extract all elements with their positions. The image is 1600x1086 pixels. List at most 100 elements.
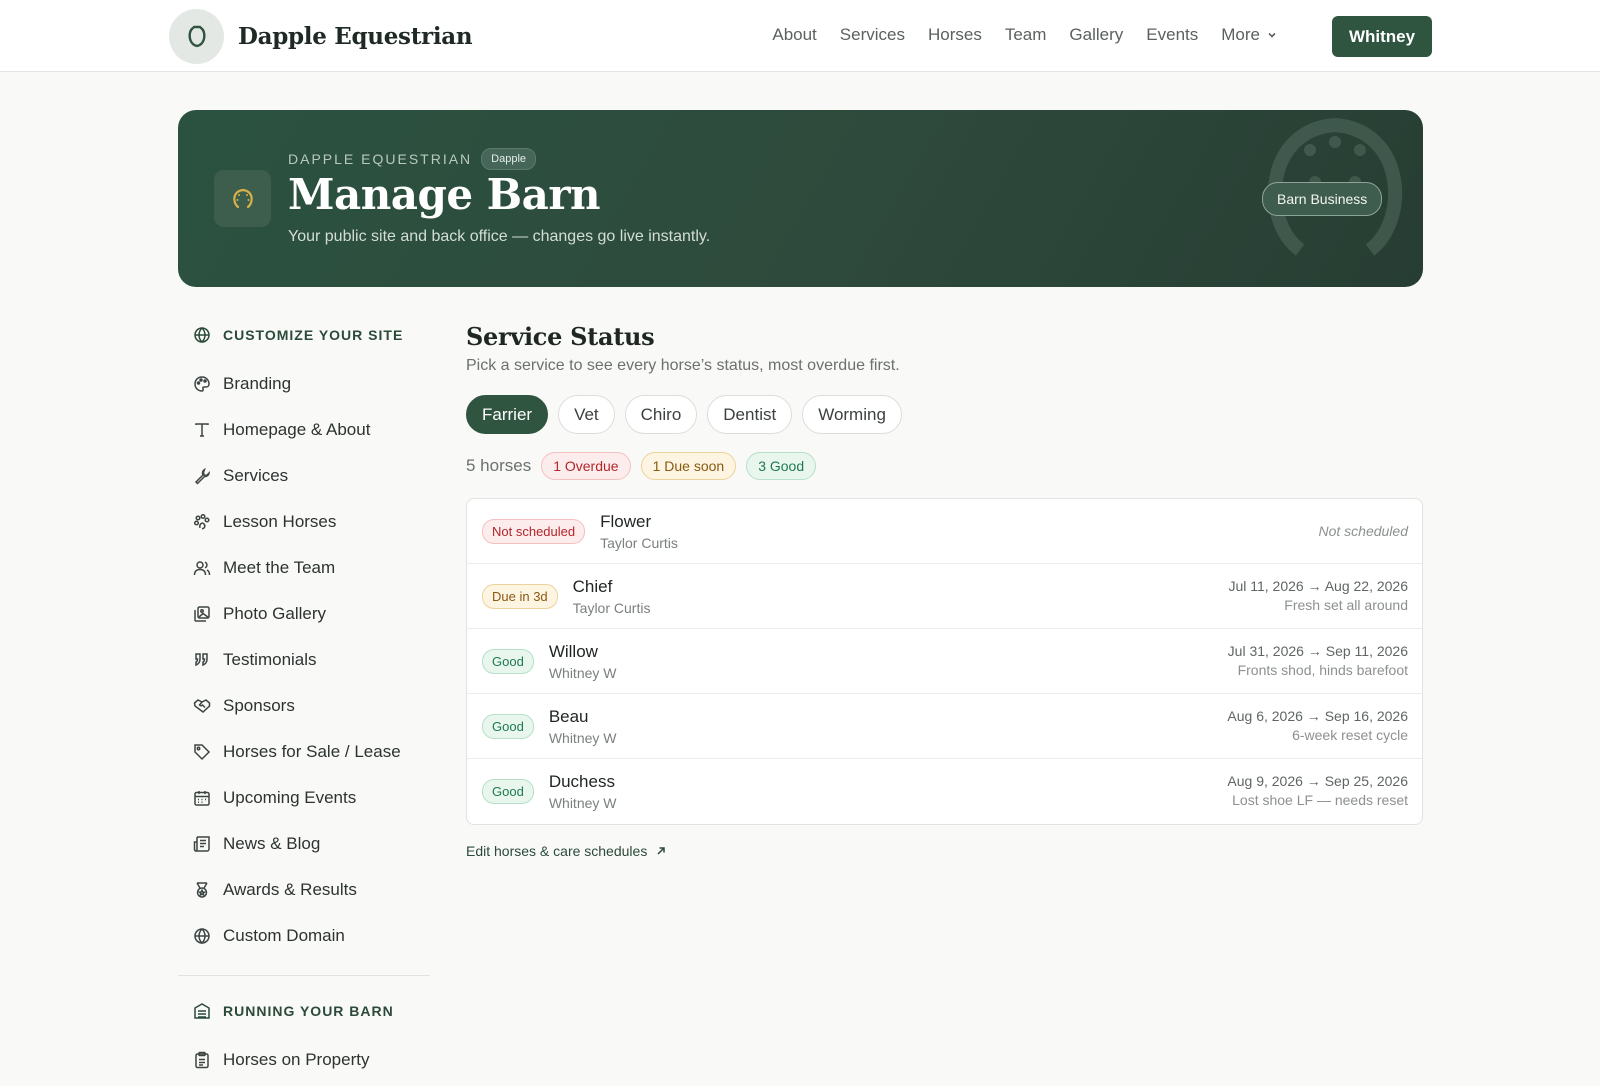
sidebar-item-services[interactable]: Services <box>178 453 430 499</box>
list-item[interactable]: Due in 3d Chief Taylor Curtis Jul 11, 20… <box>467 564 1422 629</box>
sidebar-item-sponsors[interactable]: Sponsors <box>178 683 430 729</box>
sidebar-item-testimonials[interactable]: Testimonials <box>178 637 430 683</box>
sidebar-item-gallery[interactable]: Photo Gallery <box>178 591 430 637</box>
sidebar-item-homepage[interactable]: Homepage & About <box>178 407 430 453</box>
tab-chiro[interactable]: Chiro <box>624 395 698 434</box>
images-icon <box>194 606 210 622</box>
sidebar-item-news[interactable]: News & Blog <box>178 821 430 867</box>
nav-more-dropdown[interactable]: More <box>1221 25 1278 45</box>
status-badge: Good <box>482 779 534 804</box>
edit-horses-link[interactable]: Edit horses & care schedules <box>466 843 1423 859</box>
nav-links: About Services Horses Team Gallery Event… <box>772 25 1278 45</box>
service-dates: Jul 11, 2026 → Aug 22, 2026 <box>1228 578 1408 594</box>
newspaper-icon <box>193 836 210 852</box>
horse-name: Beau <box>548 706 589 726</box>
status-summary: 5 horses 1 Overdue 1 Due soon 3 Good <box>466 452 1423 480</box>
horse-name: Willow <box>548 641 598 661</box>
tab-vet[interactable]: Vet <box>558 395 615 434</box>
horse-owner: Whitney W <box>548 795 617 811</box>
service-dates: Aug 6, 2026 → Sep 16, 2026 <box>1227 708 1408 724</box>
brand-name: Dapple Equestrian <box>238 23 473 50</box>
nav-link-services[interactable]: Services <box>840 25 905 45</box>
tab-farrier[interactable]: Farrier <box>466 395 549 434</box>
hero-eyebrow: DAPPLE EQUESTRIAN Dapple <box>288 148 537 170</box>
medal-icon <box>196 882 208 898</box>
sidebar: CUSTOMIZE YOUR SITE Branding Homepage & … <box>178 318 430 1083</box>
horse-owner: Whitney W <box>548 729 617 746</box>
horse-owner: Taylor Curtis <box>572 599 651 616</box>
service-note: 6-week reset cycle <box>1292 727 1408 743</box>
sidebar-item-label: Upcoming Events <box>223 788 357 807</box>
nav-link-horses[interactable]: Horses <box>928 25 982 45</box>
arrow-up-right-icon <box>657 847 666 855</box>
sidebar-item-awards[interactable]: Awards & Results <box>178 867 430 913</box>
user-button[interactable]: Whitney <box>1332 16 1432 57</box>
sidebar-item-label: News & Blog <box>223 834 321 853</box>
sidebar-item-label: Services <box>223 466 289 485</box>
service-note: Fronts shod, hinds barefoot <box>1237 662 1408 678</box>
sidebar-item-horses-for-sale[interactable]: Horses for Sale / Lease <box>178 729 430 775</box>
quote-icon <box>195 653 208 667</box>
sidebar-item-label: Horses for Sale / Lease <box>223 742 401 761</box>
service-dates: Jul 31, 2026 → Sep 11, 2026 <box>1227 643 1408 659</box>
overdue-count-badge: 1 Overdue <box>541 452 631 480</box>
top-nav: Dapple Equestrian About Services Horses … <box>0 0 1600 72</box>
service-note: Lost shoe LF — needs reset <box>1232 792 1408 808</box>
wrench-icon <box>194 467 210 485</box>
list-item[interactable]: Not scheduled Flower Taylor Curtis Not s… <box>467 499 1422 564</box>
tab-worming[interactable]: Worming <box>802 395 902 434</box>
section-title: Service Status <box>466 322 655 351</box>
due-soon-count-badge: 1 Due soon <box>640 452 737 480</box>
sidebar-item-label: Meet the Team <box>223 558 336 577</box>
hero-eyebrow-badge: Dapple <box>481 148 537 170</box>
service-note: Not scheduled <box>1318 523 1408 539</box>
status-badge: Due in 3d <box>482 583 558 609</box>
hero-subtitle: Your public site and back office — chang… <box>288 228 711 245</box>
horse-name: Chief <box>572 576 613 596</box>
paw-icon <box>193 513 210 530</box>
sidebar-item-custom-domain[interactable]: Custom Domain <box>178 913 430 959</box>
horse-name: Flower <box>600 511 652 531</box>
nav-link-gallery[interactable]: Gallery <box>1069 25 1123 45</box>
sidebar-heading-label: RUNNING YOUR BARN <box>223 1003 394 1019</box>
list-item[interactable]: Good Beau Whitney W Aug 6, 2026 → Sep 16… <box>467 694 1422 759</box>
nav-more-label: More <box>1221 25 1260 44</box>
handshake-icon <box>193 699 211 713</box>
sidebar-heading-running: RUNNING YOUR BARN <box>178 994 430 1028</box>
nav-link-about[interactable]: About <box>772 25 816 45</box>
type-icon <box>195 423 209 437</box>
brand[interactable]: Dapple Equestrian <box>169 9 473 64</box>
horseshoe-icon <box>169 9 224 64</box>
sidebar-item-label: Horses on Property <box>223 1050 370 1069</box>
sidebar-divider <box>178 975 430 976</box>
plan-badge: Barn Business <box>1262 182 1383 216</box>
horse-count: 5 horses <box>466 456 532 475</box>
horse-name: Duchess <box>548 772 615 791</box>
good-count-badge: 3 Good <box>746 452 817 480</box>
users-icon <box>193 561 211 576</box>
building-icon <box>194 1003 210 1019</box>
sidebar-item-label: Testimonials <box>223 650 317 669</box>
sidebar-item-horses-on-property[interactable]: Horses on Property <box>178 1037 430 1083</box>
status-badge: Good <box>482 648 534 674</box>
tag-icon <box>194 744 211 761</box>
nav-link-events[interactable]: Events <box>1146 25 1198 45</box>
hero-eyebrow-text: DAPPLE EQUESTRIAN <box>288 151 473 167</box>
nav-link-team[interactable]: Team <box>1005 25 1047 45</box>
service-status-panel: Service Status Pick a service to see eve… <box>466 322 1423 859</box>
tab-dentist[interactable]: Dentist <box>707 395 793 434</box>
palette-icon <box>194 376 210 392</box>
list-item[interactable]: Good Willow Whitney W Jul 31, 2026 → Sep… <box>467 629 1422 694</box>
sidebar-item-lesson-horses[interactable]: Lesson Horses <box>178 499 430 545</box>
sidebar-item-team[interactable]: Meet the Team <box>178 545 430 591</box>
sidebar-item-branding[interactable]: Branding <box>178 361 430 407</box>
sidebar-item-label: Awards & Results <box>223 880 357 899</box>
sidebar-item-events[interactable]: Upcoming Events <box>178 775 430 821</box>
sidebar-item-label: Homepage & About <box>223 420 371 439</box>
globe-icon <box>194 327 210 344</box>
horse-status-list: Not scheduled Flower Taylor Curtis Not s… <box>466 498 1423 825</box>
horse-owner: Taylor Curtis <box>600 534 678 551</box>
edit-horses-link-label: Edit horses & care schedules <box>466 843 648 859</box>
list-item[interactable]: Good Duchess Whitney W Aug 9, 2026 → Sep… <box>467 759 1422 824</box>
status-badge: Not scheduled <box>482 518 586 544</box>
